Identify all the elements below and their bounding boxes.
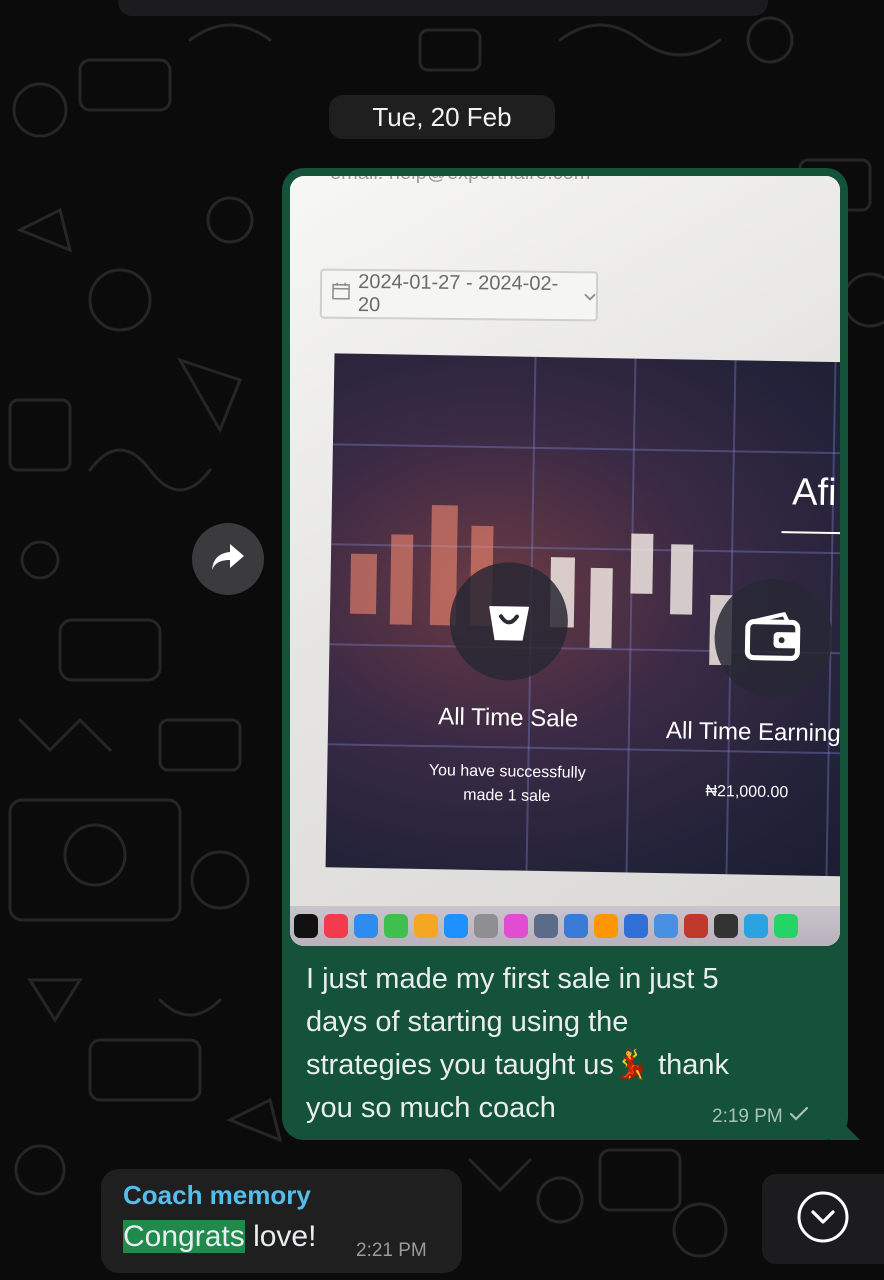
photo-stat2-title: All Time Earning <box>665 717 840 748</box>
sender-name[interactable]: Coach memory <box>123 1180 311 1211</box>
message-line-1: I just made my first sale in just 5 <box>306 963 719 995</box>
photo-stat1-title: All Time Sale <box>437 703 579 733</box>
single-check-icon <box>789 1106 809 1128</box>
message-line-3-start: strategies you taught us <box>306 1049 614 1081</box>
highlighted-word: Congrats <box>123 1220 245 1253</box>
incoming-message-rest: love! <box>244 1220 317 1253</box>
photo-stat1-subtitle-line2: made 1 sale <box>463 786 551 806</box>
photo-stat1-subtitle: You have successfully made 1 sale <box>407 759 608 810</box>
photo-stat1-subtitle-line1: You have successfully <box>428 762 586 782</box>
outgoing-message-text: I just made my first sale in just 5 days… <box>306 958 806 1130</box>
bubble-tail <box>830 1110 860 1140</box>
forward-icon <box>210 542 246 577</box>
message-line-2: days of starting using the <box>306 1006 629 1038</box>
outgoing-message-meta: 2:19 PM <box>712 1106 809 1128</box>
forward-button[interactable] <box>192 523 264 595</box>
message-line-3: strategies you taught us💃 thank <box>306 1044 806 1087</box>
photo-date-range-text: 2024-01-27 - 2024-02-20 <box>357 270 559 317</box>
incoming-message-text: Congrats love! <box>123 1220 316 1254</box>
top-banner-edge <box>118 0 768 16</box>
photo-email-text: email: help@experthaire.com <box>330 176 590 185</box>
chevron-down-icon <box>796 1190 850 1249</box>
dancer-emoji: 💃 <box>613 1049 651 1081</box>
photo-date-range-field: 2024-01-27 - 2024-02-20 <box>319 268 599 322</box>
photo-dashboard-banner: Afi All Time Sale You have successfully … <box>325 353 840 877</box>
photo-stat2-value: ₦21,000.00 <box>705 782 789 802</box>
incoming-message-time: 2:21 PM <box>356 1240 427 1261</box>
date-separator: Tue, 20 Feb <box>329 95 555 139</box>
chevron-down-icon <box>584 285 596 308</box>
calendar-icon <box>332 282 350 306</box>
message-line-3-end: thank <box>650 1049 730 1081</box>
scroll-to-bottom-button[interactable] <box>762 1174 884 1264</box>
date-separator-label: Tue, 20 Feb <box>372 101 512 132</box>
shopping-bag-icon <box>448 561 569 682</box>
photo-heading-partial: Afi <box>791 471 837 515</box>
message-photo[interactable]: email: help@experthaire.com 2024-01-27 -… <box>290 176 840 946</box>
outgoing-message-time: 2:19 PM <box>712 1106 783 1127</box>
photo-macos-dock <box>290 906 840 946</box>
wallet-icon <box>713 578 834 699</box>
